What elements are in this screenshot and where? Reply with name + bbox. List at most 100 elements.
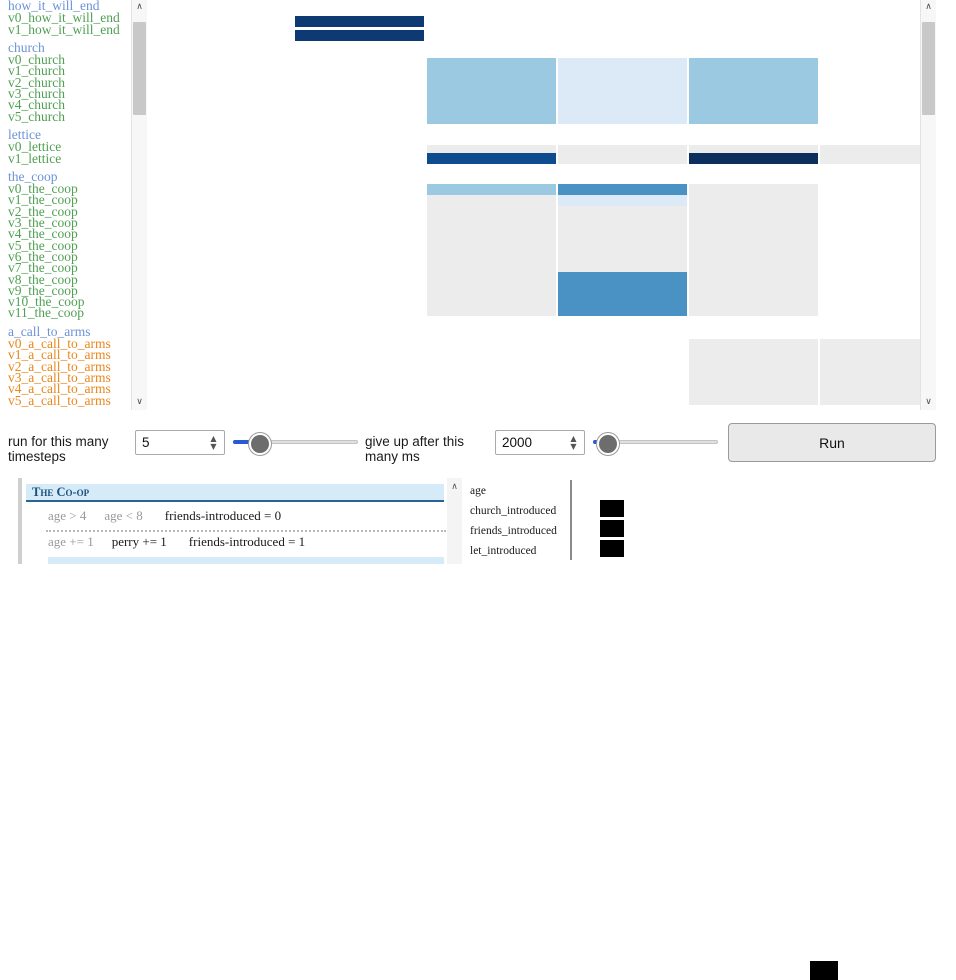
- legend-item[interactable]: friends_introduced: [470, 525, 557, 537]
- timeline-cell[interactable]: [427, 69, 556, 80]
- timeline-cell[interactable]: [427, 113, 556, 124]
- rule-condition-line[interactable]: age > 4 age < 8 friends-introduced = 0: [26, 508, 281, 524]
- variable-list[interactable]: how_it_will_end v0_how_it_will_end v1_how_…: [0, 0, 131, 410]
- timesteps-stepper-arrows[interactable]: ▲ ▼: [207, 433, 220, 453]
- timeline-scrollbar[interactable]: ∧ ∨: [920, 0, 936, 410]
- timeline-cell[interactable]: [558, 113, 687, 124]
- timeline-cell[interactable]: [427, 305, 556, 316]
- timeline-cell[interactable]: [427, 217, 556, 228]
- timeline-cell[interactable]: [427, 272, 556, 283]
- legend-swatch[interactable]: [600, 540, 624, 557]
- scroll-up-icon[interactable]: ∧: [921, 0, 936, 15]
- timeline-cell[interactable]: [427, 58, 556, 69]
- timeline-cell[interactable]: [427, 250, 556, 261]
- timeline-cell[interactable]: [427, 294, 556, 305]
- timesteps-stepper[interactable]: 5 ▲ ▼: [135, 430, 225, 455]
- timeline-cell[interactable]: [558, 102, 687, 113]
- giveup-stepper-arrows[interactable]: ▲ ▼: [567, 433, 580, 453]
- variable-item[interactable]: v5_a_call_to_arms: [0, 393, 131, 407]
- timeline-cell[interactable]: [427, 206, 556, 217]
- timeline-cell[interactable]: [689, 184, 818, 195]
- legend-item[interactable]: church_introduced: [470, 505, 556, 517]
- timeline-cell[interactable]: [689, 206, 818, 217]
- giveup-slider[interactable]: [593, 432, 718, 455]
- timeline-cell[interactable]: [558, 272, 687, 283]
- slider-knob[interactable]: [597, 433, 619, 455]
- variable-list-scrollbar[interactable]: ∧ ∨: [131, 0, 147, 410]
- timeline-cell[interactable]: [427, 184, 556, 195]
- slider-knob[interactable]: [249, 433, 271, 455]
- timesteps-value[interactable]: 5: [142, 435, 150, 450]
- timeline-cell[interactable]: [820, 339, 920, 350]
- rule-token[interactable]: age += 1: [48, 534, 94, 549]
- timeline-cell[interactable]: [689, 383, 818, 394]
- timeline-cell[interactable]: [558, 239, 687, 250]
- run-button[interactable]: Run: [728, 423, 936, 462]
- variable-item[interactable]: v1_how_it_will_end: [0, 22, 131, 36]
- timeline-cell[interactable]: [689, 305, 818, 316]
- timeline-cell[interactable]: [558, 184, 687, 195]
- timeline-cell[interactable]: [427, 80, 556, 91]
- timeline-cell[interactable]: [689, 153, 818, 164]
- timeline-cell[interactable]: [558, 228, 687, 239]
- next-rule-header[interactable]: [48, 557, 444, 564]
- stepper-down-icon[interactable]: ▼: [570, 443, 576, 451]
- rule-token[interactable]: perry += 1: [112, 534, 167, 549]
- timeline-cell[interactable]: [689, 228, 818, 239]
- rules-scrollbar[interactable]: ∧: [447, 478, 462, 564]
- timeline-cell[interactable]: [427, 283, 556, 294]
- stepper-down-icon[interactable]: ▼: [210, 443, 216, 451]
- scroll-up-icon[interactable]: ∧: [447, 480, 462, 494]
- legend-swatch[interactable]: [600, 520, 624, 537]
- legend-item[interactable]: age: [470, 485, 486, 497]
- timeline-cell[interactable]: [689, 283, 818, 294]
- timeline-cell[interactable]: [689, 339, 818, 350]
- legend-swatch[interactable]: [600, 500, 624, 517]
- timeline-cell[interactable]: [689, 261, 818, 272]
- scroll-down-icon[interactable]: ∨: [921, 395, 936, 410]
- timeline-cell[interactable]: [427, 228, 556, 239]
- timeline-cell[interactable]: [689, 102, 818, 113]
- rule-token[interactable]: friends-introduced = 1: [189, 534, 305, 549]
- variable-item[interactable]: v5_church: [0, 109, 131, 123]
- timeline-cell[interactable]: [427, 102, 556, 113]
- timesteps-slider[interactable]: [233, 432, 358, 455]
- timeline-cell[interactable]: [558, 153, 687, 164]
- timeline-cell[interactable]: [689, 113, 818, 124]
- color-swatch[interactable]: [810, 961, 838, 980]
- timeline-cell[interactable]: [427, 91, 556, 102]
- timeline-cell[interactable]: [689, 80, 818, 91]
- timeline-cell[interactable]: [427, 261, 556, 272]
- scrollbar-thumb[interactable]: [922, 22, 935, 115]
- timeline-cell[interactable]: [558, 206, 687, 217]
- scroll-up-icon[interactable]: ∧: [132, 0, 147, 15]
- rule-token[interactable]: friends-introduced = 0: [165, 508, 281, 523]
- scroll-down-icon[interactable]: ∨: [132, 395, 147, 410]
- rule-token[interactable]: age > 4: [48, 508, 86, 523]
- timeline-cell[interactable]: [558, 305, 687, 316]
- timeline-cell[interactable]: [689, 58, 818, 69]
- scrollbar-thumb[interactable]: [133, 22, 146, 115]
- timeline-cell[interactable]: [558, 80, 687, 91]
- timeline-cell[interactable]: [820, 361, 920, 372]
- timeline-cell[interactable]: [558, 261, 687, 272]
- timeline-cell[interactable]: [820, 394, 920, 405]
- timeline-cell[interactable]: [427, 195, 556, 206]
- timeline-cell[interactable]: [689, 250, 818, 261]
- timeline-cell[interactable]: [689, 239, 818, 250]
- variable-item[interactable]: v11_the_coop: [0, 306, 131, 320]
- timeline-cell[interactable]: [689, 195, 818, 206]
- timeline-cell[interactable]: [427, 239, 556, 250]
- legend-item[interactable]: let_introduced: [470, 545, 536, 557]
- timeline-cell[interactable]: [689, 361, 818, 372]
- variable-item[interactable]: v1_lettice: [0, 151, 131, 165]
- timeline-cell[interactable]: [820, 383, 920, 394]
- timeline-cell[interactable]: [558, 58, 687, 69]
- rule-action-line[interactable]: age += 1 perry += 1 friends-introduced = 1: [26, 534, 305, 550]
- giveup-value[interactable]: 2000: [502, 435, 532, 450]
- timeline-cell[interactable]: [820, 153, 920, 164]
- timeline-cell[interactable]: [295, 30, 424, 41]
- timeline-cell[interactable]: [295, 16, 424, 27]
- timeline-cell[interactable]: [689, 372, 818, 383]
- rule-token[interactable]: age < 8: [104, 508, 142, 523]
